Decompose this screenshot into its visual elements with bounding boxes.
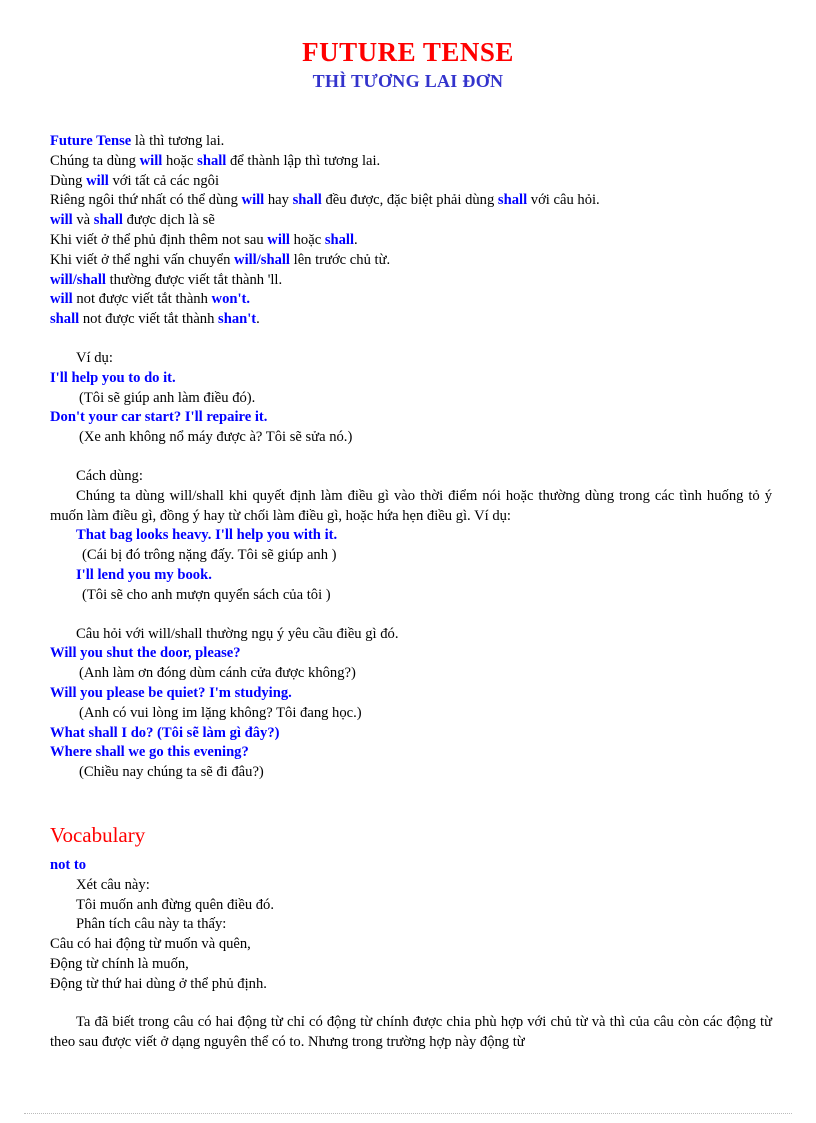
text: . [354, 231, 358, 248]
intro-line-1-rest: là thì tương lai. [131, 133, 225, 149]
keyword-shall: shall [324, 231, 355, 248]
usage-example-en-2: I'll lend you my book. [76, 566, 212, 583]
example-en-1: I'll help you to do it. [50, 369, 176, 386]
text: đều được, đặc biệt phải dùng [321, 192, 498, 209]
keyword-shall: shall [197, 152, 227, 169]
example-vi-1: (Tôi sẽ giúp anh làm điều đó). [79, 389, 256, 406]
keyword-shall: shall [292, 192, 322, 209]
intro-line-4: Riêng ngôi thứ nhất có thể dùng will hay… [50, 191, 772, 211]
example-vi-2: (Xe anh không nổ máy được à? Tôi sẽ sửa … [79, 429, 353, 446]
keyword-will: will [50, 212, 73, 229]
intro-line-9: will not được viết tắt thành won't. [50, 290, 772, 310]
closing-paragraph-text: Ta đã biết trong câu có hai động từ chỉ … [50, 1014, 772, 1051]
keyword-shall: shall [50, 311, 80, 328]
vocabulary-line-6: Động từ thứ hai dùng ở thể phủ định. [50, 975, 267, 992]
examples-section-1: Ví dụ: I'll help you to do it. (Tôi sẽ g… [50, 349, 772, 448]
keyword-shant: shan't [218, 311, 257, 328]
footer-divider [24, 1113, 792, 1114]
keyword-will: will [267, 231, 290, 248]
text: hoặc [162, 152, 198, 169]
text: Chúng ta dùng [50, 152, 140, 169]
text: thường được viết tắt thành 'll. [105, 271, 283, 288]
text: hoặc [289, 231, 325, 248]
vocabulary-section: Vocabulary not to Xét câu này: Tôi muốn … [50, 823, 772, 995]
text: để thành lập thì tương lai. [226, 152, 381, 169]
text: và [72, 212, 94, 229]
vocabulary-line-5: Động từ chính là muốn, [50, 955, 189, 972]
text: hay [264, 192, 293, 209]
usage-example-vi-2: (Tôi sẽ cho anh mượn quyển sách của tôi … [82, 586, 331, 603]
usage-example-en-1: That bag looks heavy. I'll help you with… [76, 527, 338, 544]
intro-line-6: Khi viết ở thể phủ định thêm not sau wil… [50, 231, 772, 251]
text: Khi viết ở thể nghi vấn chuyển [50, 251, 235, 268]
page-title: FUTURE TENSE [302, 37, 514, 67]
keyword-will: will [241, 192, 265, 209]
questions-section: Câu hỏi với will/shall thường ngụ ý yêu … [50, 625, 772, 783]
usage-example-vi-1: (Cái bị đó trông nặng đấy. Tôi sẽ giúp a… [82, 547, 337, 564]
keyword-will: will [86, 172, 109, 189]
questions-intro: Câu hỏi với will/shall thường ngụ ý yêu … [76, 625, 399, 642]
usage-label: Cách dùng: [76, 467, 143, 484]
page-subtitle: THÌ TƯƠNG LAI ĐƠN [312, 71, 504, 92]
document-page: FUTURE TENSE THÌ TƯƠNG LAI ĐƠN Future Te… [0, 0, 816, 1123]
keyword-will-shall: will/shall [234, 251, 290, 268]
vocabulary-heading: Vocabulary [50, 822, 146, 847]
question-en-1: Will you shut the door, please? [50, 645, 241, 662]
question-en-4: Where shall we go this evening? [50, 744, 249, 761]
text: lên trước chủ từ. [290, 251, 391, 268]
question-vi-2: (Anh có vui lòng im lặng không? Tôi đang… [79, 704, 362, 721]
intro-line-10: shall not được viết tắt thành shan't. [50, 310, 772, 330]
title-block: FUTURE TENSE THÌ TƯƠNG LAI ĐƠN [0, 38, 816, 92]
example-en-2: Don't your car start? I'll repaire it. [50, 409, 268, 426]
intro-line-1: Future Tense là thì tương lai. [50, 132, 772, 152]
text: với câu hỏi. [527, 192, 600, 209]
usage-section: Cách dùng: Chúng ta dùng will/shall khi … [50, 467, 772, 606]
vocabulary-line-4: Câu có hai động từ muốn và quên, [50, 936, 251, 953]
usage-paragraph-text: Chúng ta dùng will/shall khi quyết định … [50, 487, 772, 524]
text: Dùng [50, 172, 87, 189]
text: với tất cả các ngôi [108, 172, 220, 189]
keyword-will: will [50, 291, 73, 308]
text: Khi viết ở thể phủ định thêm not sau [50, 231, 268, 248]
question-en-3: What shall I do? (Tôi sẽ làm gì đây?) [50, 724, 280, 741]
text: được dịch là sẽ [122, 212, 215, 229]
intro-line-7: Khi viết ở thể nghi vấn chuyển will/shal… [50, 251, 772, 271]
usage-paragraph: Chúng ta dùng will/shall khi quyết định … [50, 487, 772, 527]
intro-section: Future Tense là thì tương lai. Chúng ta … [50, 132, 772, 330]
text: not được viết tắt thành [79, 311, 219, 328]
intro-line-2: Chúng ta dùng will hoặc shall để thành l… [50, 152, 772, 172]
examples-label: Ví dụ: [76, 349, 113, 366]
vocabulary-line-1: Xét câu này: [76, 876, 150, 893]
document-body: Future Tense là thì tương lai. Chúng ta … [50, 132, 772, 1053]
text: not được viết tắt thành [72, 291, 212, 308]
text: Riêng ngôi thứ nhất có thể dùng [50, 192, 242, 209]
intro-line-8: will/shall thường được viết tắt thành 'l… [50, 271, 772, 291]
keyword-shall: shall [93, 212, 123, 229]
question-vi-4: (Chiều nay chúng ta sẽ đi đâu?) [79, 764, 264, 781]
closing-paragraph: Ta đã biết trong câu có hai động từ chỉ … [50, 1013, 772, 1053]
keyword-wont: won't. [211, 291, 251, 308]
vocabulary-entry: not to [50, 856, 87, 873]
intro-line-5: will và shall được dịch là sẽ [50, 211, 772, 231]
vocabulary-line-3: Phân tích câu này ta thấy: [76, 916, 227, 933]
keyword-shall: shall [497, 192, 528, 209]
text: . [256, 311, 260, 328]
keyword-will-shall: will/shall [50, 271, 106, 288]
intro-line-3: Dùng will với tất cả các ngôi [50, 172, 772, 192]
vocabulary-line-2: Tôi muốn anh đừng quên điều đó. [76, 896, 275, 913]
question-vi-1: (Anh làm ơn đóng dùm cánh cửa được không… [79, 665, 356, 682]
keyword-will: will [139, 152, 163, 169]
question-en-2: Will you please be quiet? I'm studying. [50, 684, 292, 701]
keyword-future-tense: Future Tense [50, 133, 132, 149]
